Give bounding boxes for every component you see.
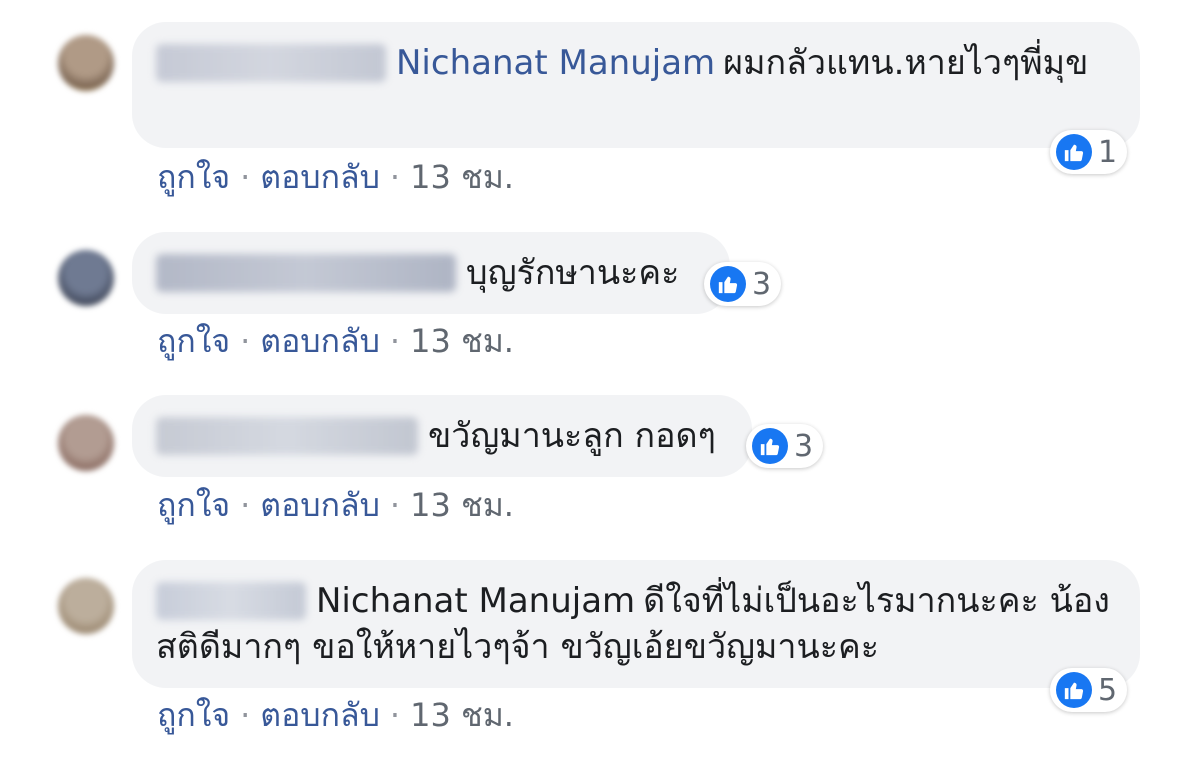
- comment-text: ขวัญมานะลูก กอดๆ: [428, 416, 716, 456]
- author-name-blurred[interactable]: [156, 582, 306, 620]
- like-icon: [1056, 134, 1092, 170]
- avatar[interactable]: [58, 415, 114, 471]
- author-name-blurred[interactable]: [156, 44, 386, 82]
- reaction-count: 1: [1098, 134, 1118, 170]
- like-link[interactable]: ถูกใจ: [157, 696, 230, 734]
- author-name-blurred[interactable]: [156, 254, 456, 292]
- reaction-count: 3: [752, 266, 772, 302]
- comment-bubble: Nichanat Manujam ดีใจที่ไม่เป็นอะไรมากนะค…: [132, 560, 1140, 688]
- separator-dot: ·: [389, 486, 401, 524]
- like-icon: [1056, 672, 1092, 708]
- like-icon: [710, 266, 746, 302]
- reaction-count: 5: [1098, 672, 1118, 708]
- comment-actions: ถูกใจ · ตอบกลับ · 13 ชม.: [157, 690, 514, 741]
- separator-dot: ·: [240, 322, 251, 360]
- like-link[interactable]: ถูกใจ: [157, 158, 230, 196]
- reaction-badge[interactable]: 5: [1050, 668, 1128, 712]
- comment-actions: ถูกใจ · ตอบกลับ · 13 ชม.: [157, 152, 514, 203]
- separator-dot: ·: [389, 158, 401, 196]
- reaction-badge[interactable]: 1: [1050, 130, 1128, 174]
- timestamp[interactable]: 13 ชม.: [410, 322, 514, 360]
- reaction-count: 3: [794, 428, 814, 464]
- mention-link[interactable]: Nichanat Manujam: [316, 581, 635, 621]
- reply-link[interactable]: ตอบกลับ: [260, 322, 380, 360]
- separator-dot: ·: [389, 322, 401, 360]
- comment-actions: ถูกใจ · ตอบกลับ · 13 ชม.: [157, 316, 514, 367]
- reply-link[interactable]: ตอบกลับ: [260, 486, 380, 524]
- reaction-badge[interactable]: 3: [746, 424, 824, 468]
- avatar[interactable]: [58, 35, 114, 91]
- timestamp[interactable]: 13 ชม.: [410, 696, 514, 734]
- comment-text: ผมกลัวแทน.หายไวๆพี่มุข: [723, 43, 1089, 83]
- mention-link[interactable]: Nichanat Manujam: [396, 43, 715, 83]
- comment-bubble: บุญรักษานะคะ: [132, 232, 730, 314]
- separator-dot: ·: [389, 696, 401, 734]
- author-name-blurred[interactable]: [156, 417, 418, 455]
- comment-bubble: Nichanat Manujam ผมกลัวแทน.หายไวๆพี่มุข: [132, 22, 1140, 148]
- avatar[interactable]: [58, 578, 114, 634]
- reply-link[interactable]: ตอบกลับ: [260, 696, 380, 734]
- like-link[interactable]: ถูกใจ: [157, 486, 230, 524]
- reply-link[interactable]: ตอบกลับ: [260, 158, 380, 196]
- like-icon: [752, 428, 788, 464]
- separator-dot: ·: [240, 486, 251, 524]
- timestamp[interactable]: 13 ชม.: [410, 486, 514, 524]
- comment-text: บุญรักษานะคะ: [466, 253, 680, 293]
- separator-dot: ·: [240, 696, 251, 734]
- comment-bubble: ขวัญมานะลูก กอดๆ: [132, 395, 752, 477]
- avatar[interactable]: [58, 250, 114, 306]
- like-link[interactable]: ถูกใจ: [157, 322, 230, 360]
- timestamp[interactable]: 13 ชม.: [410, 158, 514, 196]
- reaction-badge[interactable]: 3: [704, 262, 782, 306]
- comment-actions: ถูกใจ · ตอบกลับ · 13 ชม.: [157, 480, 514, 531]
- separator-dot: ·: [240, 158, 251, 196]
